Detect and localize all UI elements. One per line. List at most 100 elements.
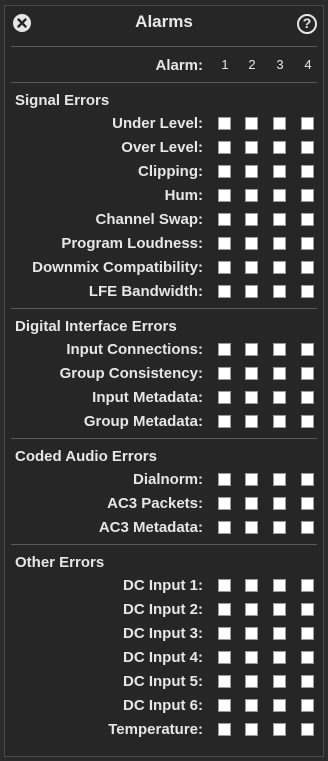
alarm-checkbox-2[interactable] bbox=[245, 603, 258, 616]
alarm-checkbox-3[interactable] bbox=[273, 343, 286, 356]
alarm-checkbox-1[interactable] bbox=[218, 237, 231, 250]
alarm-checkbox-3[interactable] bbox=[273, 237, 286, 250]
alarm-checkbox-4[interactable] bbox=[301, 497, 314, 510]
alarm-checkbox-2[interactable] bbox=[245, 473, 258, 486]
alarm-checkbox-4[interactable] bbox=[301, 237, 314, 250]
alarm-checkbox-2[interactable] bbox=[245, 237, 258, 250]
alarm-checkbox-3[interactable] bbox=[273, 415, 286, 428]
alarm-checkbox-2[interactable] bbox=[245, 521, 258, 534]
alarm-checkbox-1[interactable] bbox=[218, 521, 231, 534]
alarm-checkbox-3[interactable] bbox=[273, 261, 286, 274]
alarm-checkbox-2[interactable] bbox=[245, 675, 258, 688]
alarm-row-label: Hum: bbox=[164, 187, 203, 204]
alarm-checkbox-4[interactable] bbox=[301, 261, 314, 274]
alarm-checkbox-4[interactable] bbox=[301, 473, 314, 486]
alarm-checkbox-1[interactable] bbox=[218, 367, 231, 380]
alarm-row-label: LFE Bandwidth: bbox=[88, 283, 203, 300]
alarm-checkbox-3[interactable] bbox=[273, 141, 286, 154]
alarm-checkbox-3[interactable] bbox=[273, 367, 286, 380]
alarm-checkbox-3[interactable] bbox=[273, 213, 286, 226]
alarm-checkbox-4[interactable] bbox=[301, 675, 314, 688]
alarm-checkbox-2[interactable] bbox=[245, 189, 258, 202]
alarm-row: Over Level: bbox=[5, 136, 323, 160]
alarm-checkbox-4[interactable] bbox=[301, 285, 314, 298]
alarm-checkbox-3[interactable] bbox=[273, 579, 286, 592]
alarm-checkbox-4[interactable] bbox=[301, 165, 314, 178]
alarm-checkbox-3[interactable] bbox=[273, 675, 286, 688]
alarm-checkbox-4[interactable] bbox=[301, 367, 314, 380]
alarm-checkbox-1[interactable] bbox=[218, 723, 231, 736]
alarm-row-label: DC Input 1: bbox=[123, 577, 203, 594]
alarm-checkbox-1[interactable] bbox=[218, 675, 231, 688]
alarm-checkbox-2[interactable] bbox=[245, 651, 258, 664]
alarm-checkbox-1[interactable] bbox=[218, 165, 231, 178]
alarm-checkbox-3[interactable] bbox=[273, 165, 286, 178]
alarm-checkbox-2[interactable] bbox=[245, 261, 258, 274]
alarm-checkbox-3[interactable] bbox=[273, 603, 286, 616]
alarm-checkbox-2[interactable] bbox=[245, 213, 258, 226]
alarm-checkbox-3[interactable] bbox=[273, 189, 286, 202]
title-divider bbox=[11, 46, 317, 47]
alarm-checkbox-3[interactable] bbox=[273, 285, 286, 298]
alarm-row: Group Consistency: bbox=[5, 362, 323, 386]
alarm-checkbox-2[interactable] bbox=[245, 117, 258, 130]
alarm-checkbox-1[interactable] bbox=[218, 415, 231, 428]
alarm-checkbox-4[interactable] bbox=[301, 603, 314, 616]
alarm-checkbox-4[interactable] bbox=[301, 189, 314, 202]
alarm-checkbox-1[interactable] bbox=[218, 285, 231, 298]
alarm-checkbox-3[interactable] bbox=[273, 497, 286, 510]
alarm-checkbox-1[interactable] bbox=[218, 497, 231, 510]
alarm-row-label: Under Level: bbox=[112, 115, 203, 132]
alarm-checkbox-1[interactable] bbox=[218, 699, 231, 712]
alarm-checkbox-3[interactable] bbox=[273, 651, 286, 664]
alarm-checkbox-3[interactable] bbox=[273, 117, 286, 130]
alarm-checkbox-3[interactable] bbox=[273, 723, 286, 736]
alarm-checkbox-1[interactable] bbox=[218, 343, 231, 356]
alarm-checkbox-3[interactable] bbox=[273, 391, 286, 404]
alarm-checkbox-2[interactable] bbox=[245, 391, 258, 404]
alarm-checkbox-1[interactable] bbox=[218, 117, 231, 130]
alarm-checkbox-1[interactable] bbox=[218, 579, 231, 592]
alarm-checkbox-1[interactable] bbox=[218, 603, 231, 616]
alarm-checkbox-1[interactable] bbox=[218, 391, 231, 404]
alarm-checkbox-3[interactable] bbox=[273, 627, 286, 640]
alarm-checkbox-4[interactable] bbox=[301, 699, 314, 712]
alarm-checkbox-1[interactable] bbox=[218, 473, 231, 486]
alarm-row: Under Level: bbox=[5, 112, 323, 136]
alarm-checkbox-4[interactable] bbox=[301, 627, 314, 640]
alarm-checkbox-4[interactable] bbox=[301, 117, 314, 130]
alarm-checkbox-4[interactable] bbox=[301, 723, 314, 736]
alarm-checkbox-3[interactable] bbox=[273, 699, 286, 712]
alarm-checkbox-2[interactable] bbox=[245, 343, 258, 356]
alarm-checkbox-2[interactable] bbox=[245, 497, 258, 510]
alarm-checkbox-4[interactable] bbox=[301, 213, 314, 226]
alarm-checkbox-4[interactable] bbox=[301, 415, 314, 428]
alarm-checkbox-1[interactable] bbox=[218, 651, 231, 664]
alarm-checkbox-2[interactable] bbox=[245, 141, 258, 154]
alarm-checkbox-2[interactable] bbox=[245, 367, 258, 380]
alarm-checkbox-1[interactable] bbox=[218, 627, 231, 640]
alarm-checkbox-2[interactable] bbox=[245, 627, 258, 640]
alarm-checkbox-3[interactable] bbox=[273, 473, 286, 486]
alarm-checkbox-4[interactable] bbox=[301, 651, 314, 664]
alarm-row-label: Channel Swap: bbox=[95, 211, 203, 228]
alarm-checkbox-1[interactable] bbox=[218, 141, 231, 154]
alarm-checkbox-2[interactable] bbox=[245, 285, 258, 298]
section-title: Signal Errors bbox=[15, 92, 110, 109]
alarm-checkbox-4[interactable] bbox=[301, 579, 314, 592]
alarm-checkbox-2[interactable] bbox=[245, 415, 258, 428]
alarm-checkbox-3[interactable] bbox=[273, 521, 286, 534]
alarm-checkbox-1[interactable] bbox=[218, 213, 231, 226]
alarm-checkbox-4[interactable] bbox=[301, 141, 314, 154]
alarm-checkbox-1[interactable] bbox=[218, 261, 231, 274]
alarm-checkbox-2[interactable] bbox=[245, 579, 258, 592]
alarm-checkbox-2[interactable] bbox=[245, 699, 258, 712]
alarm-checkbox-4[interactable] bbox=[301, 391, 314, 404]
alarm-checkbox-2[interactable] bbox=[245, 723, 258, 736]
alarm-checkbox-2[interactable] bbox=[245, 165, 258, 178]
alarm-checkbox-1[interactable] bbox=[218, 189, 231, 202]
alarm-row: DC Input 5: bbox=[5, 670, 323, 694]
help-button[interactable]: ? bbox=[297, 14, 317, 34]
alarm-checkbox-4[interactable] bbox=[301, 521, 314, 534]
alarm-checkbox-4[interactable] bbox=[301, 343, 314, 356]
